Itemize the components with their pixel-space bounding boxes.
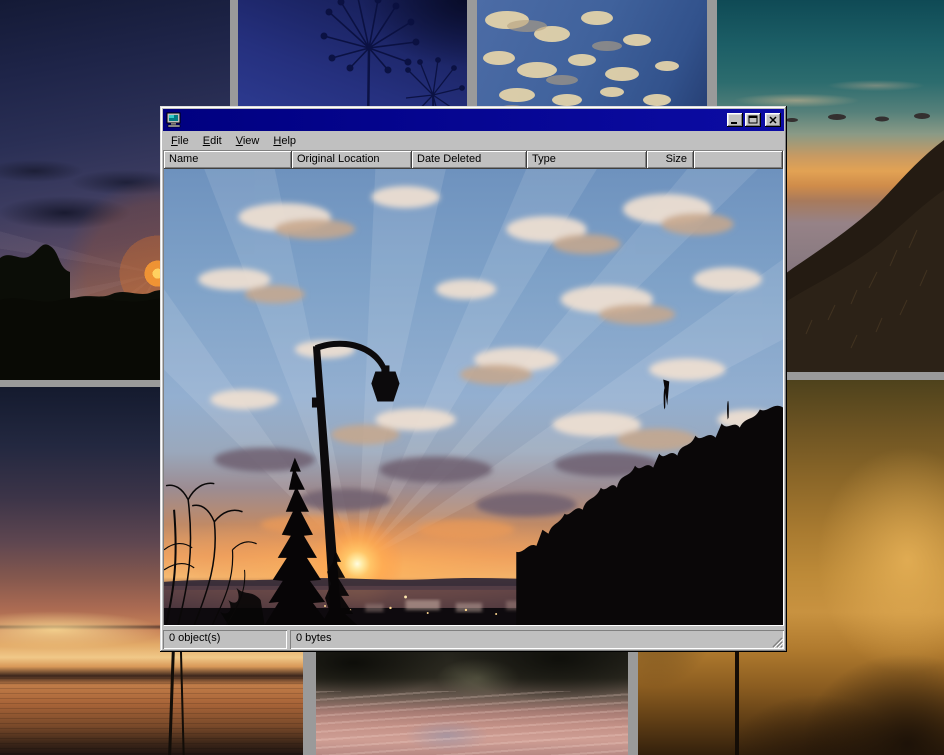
recycle-bin-window: File Edit View Help Name Original Locati… bbox=[160, 106, 787, 652]
water-ripples bbox=[0, 678, 303, 755]
computer-icon bbox=[166, 112, 182, 128]
maximize-button[interactable] bbox=[745, 113, 761, 127]
close-button[interactable] bbox=[765, 113, 781, 127]
column-header-date-deleted[interactable]: Date Deleted bbox=[412, 151, 527, 169]
menu-bar: File Edit View Help bbox=[163, 132, 784, 150]
list-view[interactable]: Name Original Location Date Deleted Type… bbox=[163, 150, 784, 626]
column-header-row: Name Original Location Date Deleted Type… bbox=[164, 151, 783, 169]
water-ripples bbox=[316, 691, 628, 755]
column-header-blank bbox=[694, 151, 783, 169]
wallpaper-water-reflection-photo bbox=[316, 648, 628, 755]
menu-help[interactable]: Help bbox=[266, 133, 303, 149]
menu-edit[interactable]: Edit bbox=[196, 133, 229, 149]
menu-file[interactable]: File bbox=[164, 133, 196, 149]
resize-grip[interactable] bbox=[770, 635, 783, 648]
menu-view[interactable]: View bbox=[229, 133, 267, 149]
content-sunset-photo[interactable] bbox=[164, 169, 783, 625]
status-bar: 0 object(s) 0 bytes bbox=[163, 628, 784, 649]
minimize-button[interactable] bbox=[727, 113, 743, 127]
column-header-name[interactable]: Name bbox=[164, 151, 292, 169]
column-header-size[interactable]: Size bbox=[647, 151, 694, 169]
column-header-original-location[interactable]: Original Location bbox=[292, 151, 412, 169]
column-header-type[interactable]: Type bbox=[527, 151, 647, 169]
status-byte-count: 0 bytes bbox=[290, 630, 784, 649]
desktop: { "background": { "grout_color": "#9a9a9… bbox=[0, 0, 944, 755]
title-bar[interactable] bbox=[163, 109, 784, 131]
status-object-count: 0 object(s) bbox=[163, 630, 287, 649]
